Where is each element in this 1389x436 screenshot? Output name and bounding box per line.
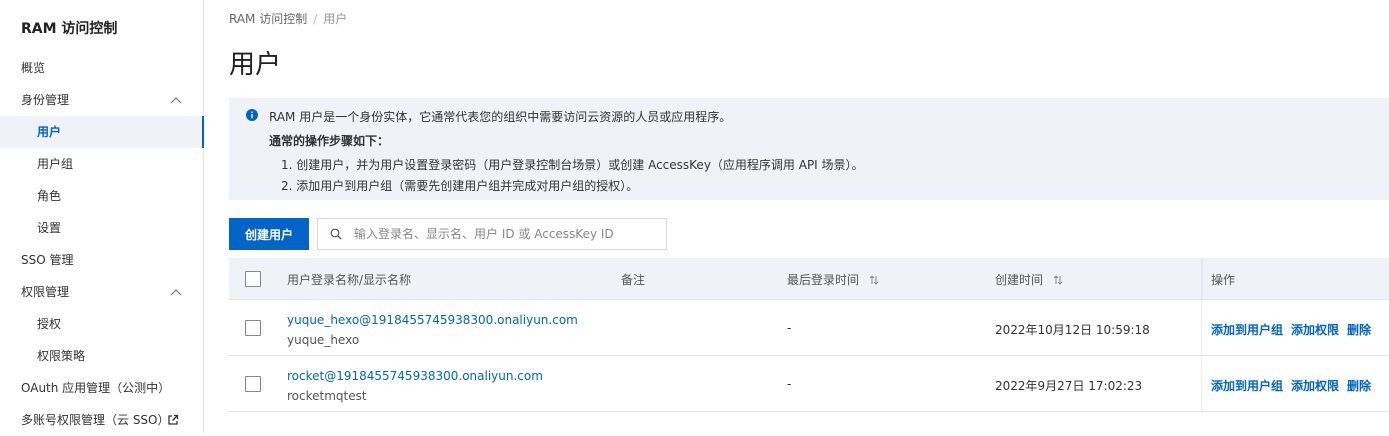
sidebar-item-label: 多账号权限管理（云 SSO） [21,413,170,427]
sidebar-item-user-groups[interactable]: 用户组 [0,148,204,180]
sidebar-group-identity[interactable]: 身份管理 [0,84,204,116]
sidebar: RAM 访问控制 概览 身份管理 用户 用户组 角色 设置 SSO 管理 权限管… [0,0,204,433]
add-to-group-action[interactable]: 添加到用户组 [1211,379,1283,393]
table-row: yuque_hexo@1918455745938300.onaliyun.com… [229,300,1389,356]
sidebar-item-settings[interactable]: 设置 [0,212,204,244]
column-header-label: 最后登录时间 [787,273,860,287]
column-header-login: 用户登录名称/显示名称 [287,273,412,287]
external-link-icon [168,414,179,425]
column-header-remark: 备注 [621,273,646,287]
notice-step-1: 1. 创建用户，并为用户设置登录密码（用户登录控制台场景）或创建 AccessK… [281,158,864,172]
sidebar-item-label: 权限策略 [37,349,86,363]
created-time: 2022年10月12日 10:59:18 [995,323,1150,337]
notice-intro: RAM 用户是一个身份实体，它通常代表您的组织中需要访问云资源的人员或应用程序。 [269,110,732,124]
table-row: rocket@1918455745938300.onaliyun.com roc… [229,356,1389,412]
chevron-up-icon [170,97,182,104]
page-title: 用户 [229,50,282,80]
sidebar-item-oauth[interactable]: OAuth 应用管理（公测中） [0,372,204,404]
sidebar-item-cloud-sso[interactable]: 多账号权限管理（云 SSO） [0,404,204,436]
sidebar-item-label: OAuth 应用管理（公测中） [21,381,171,395]
sidebar-item-roles[interactable]: 角色 [0,180,204,212]
sidebar-item-label: 角色 [37,189,62,203]
sidebar-item-sso[interactable]: SSO 管理 [0,244,204,276]
row-checkbox[interactable] [245,320,261,336]
users-table: 用户登录名称/显示名称 备注 最后登录时间 创建时间 操作 yuque_hexo… [229,258,1389,412]
delete-action[interactable]: 删除 [1347,379,1371,393]
row-actions: 添加到用户组 添加权限 删除 [1211,377,1379,394]
breadcrumb: RAM 访问控制 / 用户 [229,10,347,27]
notice-step-2: 2. 添加用户到用户组（需要先创建用户组并完成对用户组的授权）。 [281,179,639,193]
create-user-button[interactable]: 创建用户 [229,218,309,250]
info-icon [246,109,258,121]
chevron-up-icon [170,289,182,296]
sidebar-item-policies[interactable]: 权限策略 [0,340,204,372]
sidebar-item-users[interactable]: 用户 [0,116,204,148]
select-all-checkbox[interactable] [245,271,261,287]
search-box [317,218,667,250]
column-header-actions: 操作 [1211,273,1236,287]
row-actions: 添加到用户组 添加权限 删除 [1211,321,1379,338]
sidebar-item-label: 用户组 [37,157,74,171]
column-header-label: 创建时间 [995,273,1044,287]
actions-column-divider [1201,258,1203,412]
sidebar-item-label: 设置 [37,221,62,235]
last-login-time: - [787,321,792,335]
sidebar-item-label: SSO 管理 [21,253,74,267]
search-icon [330,228,342,240]
breadcrumb-root[interactable]: RAM 访问控制 [229,12,307,26]
user-display-name: yuque_hexo [287,333,360,347]
sidebar-item-label: 身份管理 [21,93,70,107]
add-permission-action[interactable]: 添加权限 [1291,379,1339,393]
sidebar-item-label: 权限管理 [21,285,70,299]
table-header: 用户登录名称/显示名称 备注 最后登录时间 创建时间 操作 [229,258,1389,300]
sort-icon[interactable] [869,275,879,285]
sidebar-title: RAM 访问控制 [21,21,118,37]
breadcrumb-separator: / [313,12,318,26]
breadcrumb-current: 用户 [323,12,348,26]
column-header-last-login[interactable]: 最后登录时间 [787,271,879,288]
user-login-link[interactable]: rocket@1918455745938300.onaliyun.com [287,369,543,383]
sidebar-item-overview[interactable]: 概览 [0,52,204,84]
user-login-link[interactable]: yuque_hexo@1918455745938300.onaliyun.com [287,313,578,327]
add-to-group-action[interactable]: 添加到用户组 [1211,323,1283,337]
sidebar-item-label: 授权 [37,317,62,331]
column-header-created[interactable]: 创建时间 [995,271,1063,288]
notice-steps-title: 通常的操作步骤如下： [269,134,390,148]
add-permission-action[interactable]: 添加权限 [1291,323,1339,337]
created-time: 2022年9月27日 17:02:23 [995,379,1143,393]
last-login-time: - [787,377,792,391]
delete-action[interactable]: 删除 [1347,323,1371,337]
search-input[interactable] [354,219,654,249]
sidebar-group-permissions[interactable]: 权限管理 [0,276,204,308]
sort-icon[interactable] [1053,275,1063,285]
sidebar-item-label: 概览 [21,61,46,75]
info-notice: RAM 用户是一个身份实体，它通常代表您的组织中需要访问云资源的人员或应用程序。… [229,98,1389,200]
user-display-name: rocketmqtest [287,389,367,403]
sidebar-item-authorization[interactable]: 授权 [0,308,204,340]
row-checkbox[interactable] [245,376,261,392]
sidebar-item-label: 用户 [37,125,62,139]
